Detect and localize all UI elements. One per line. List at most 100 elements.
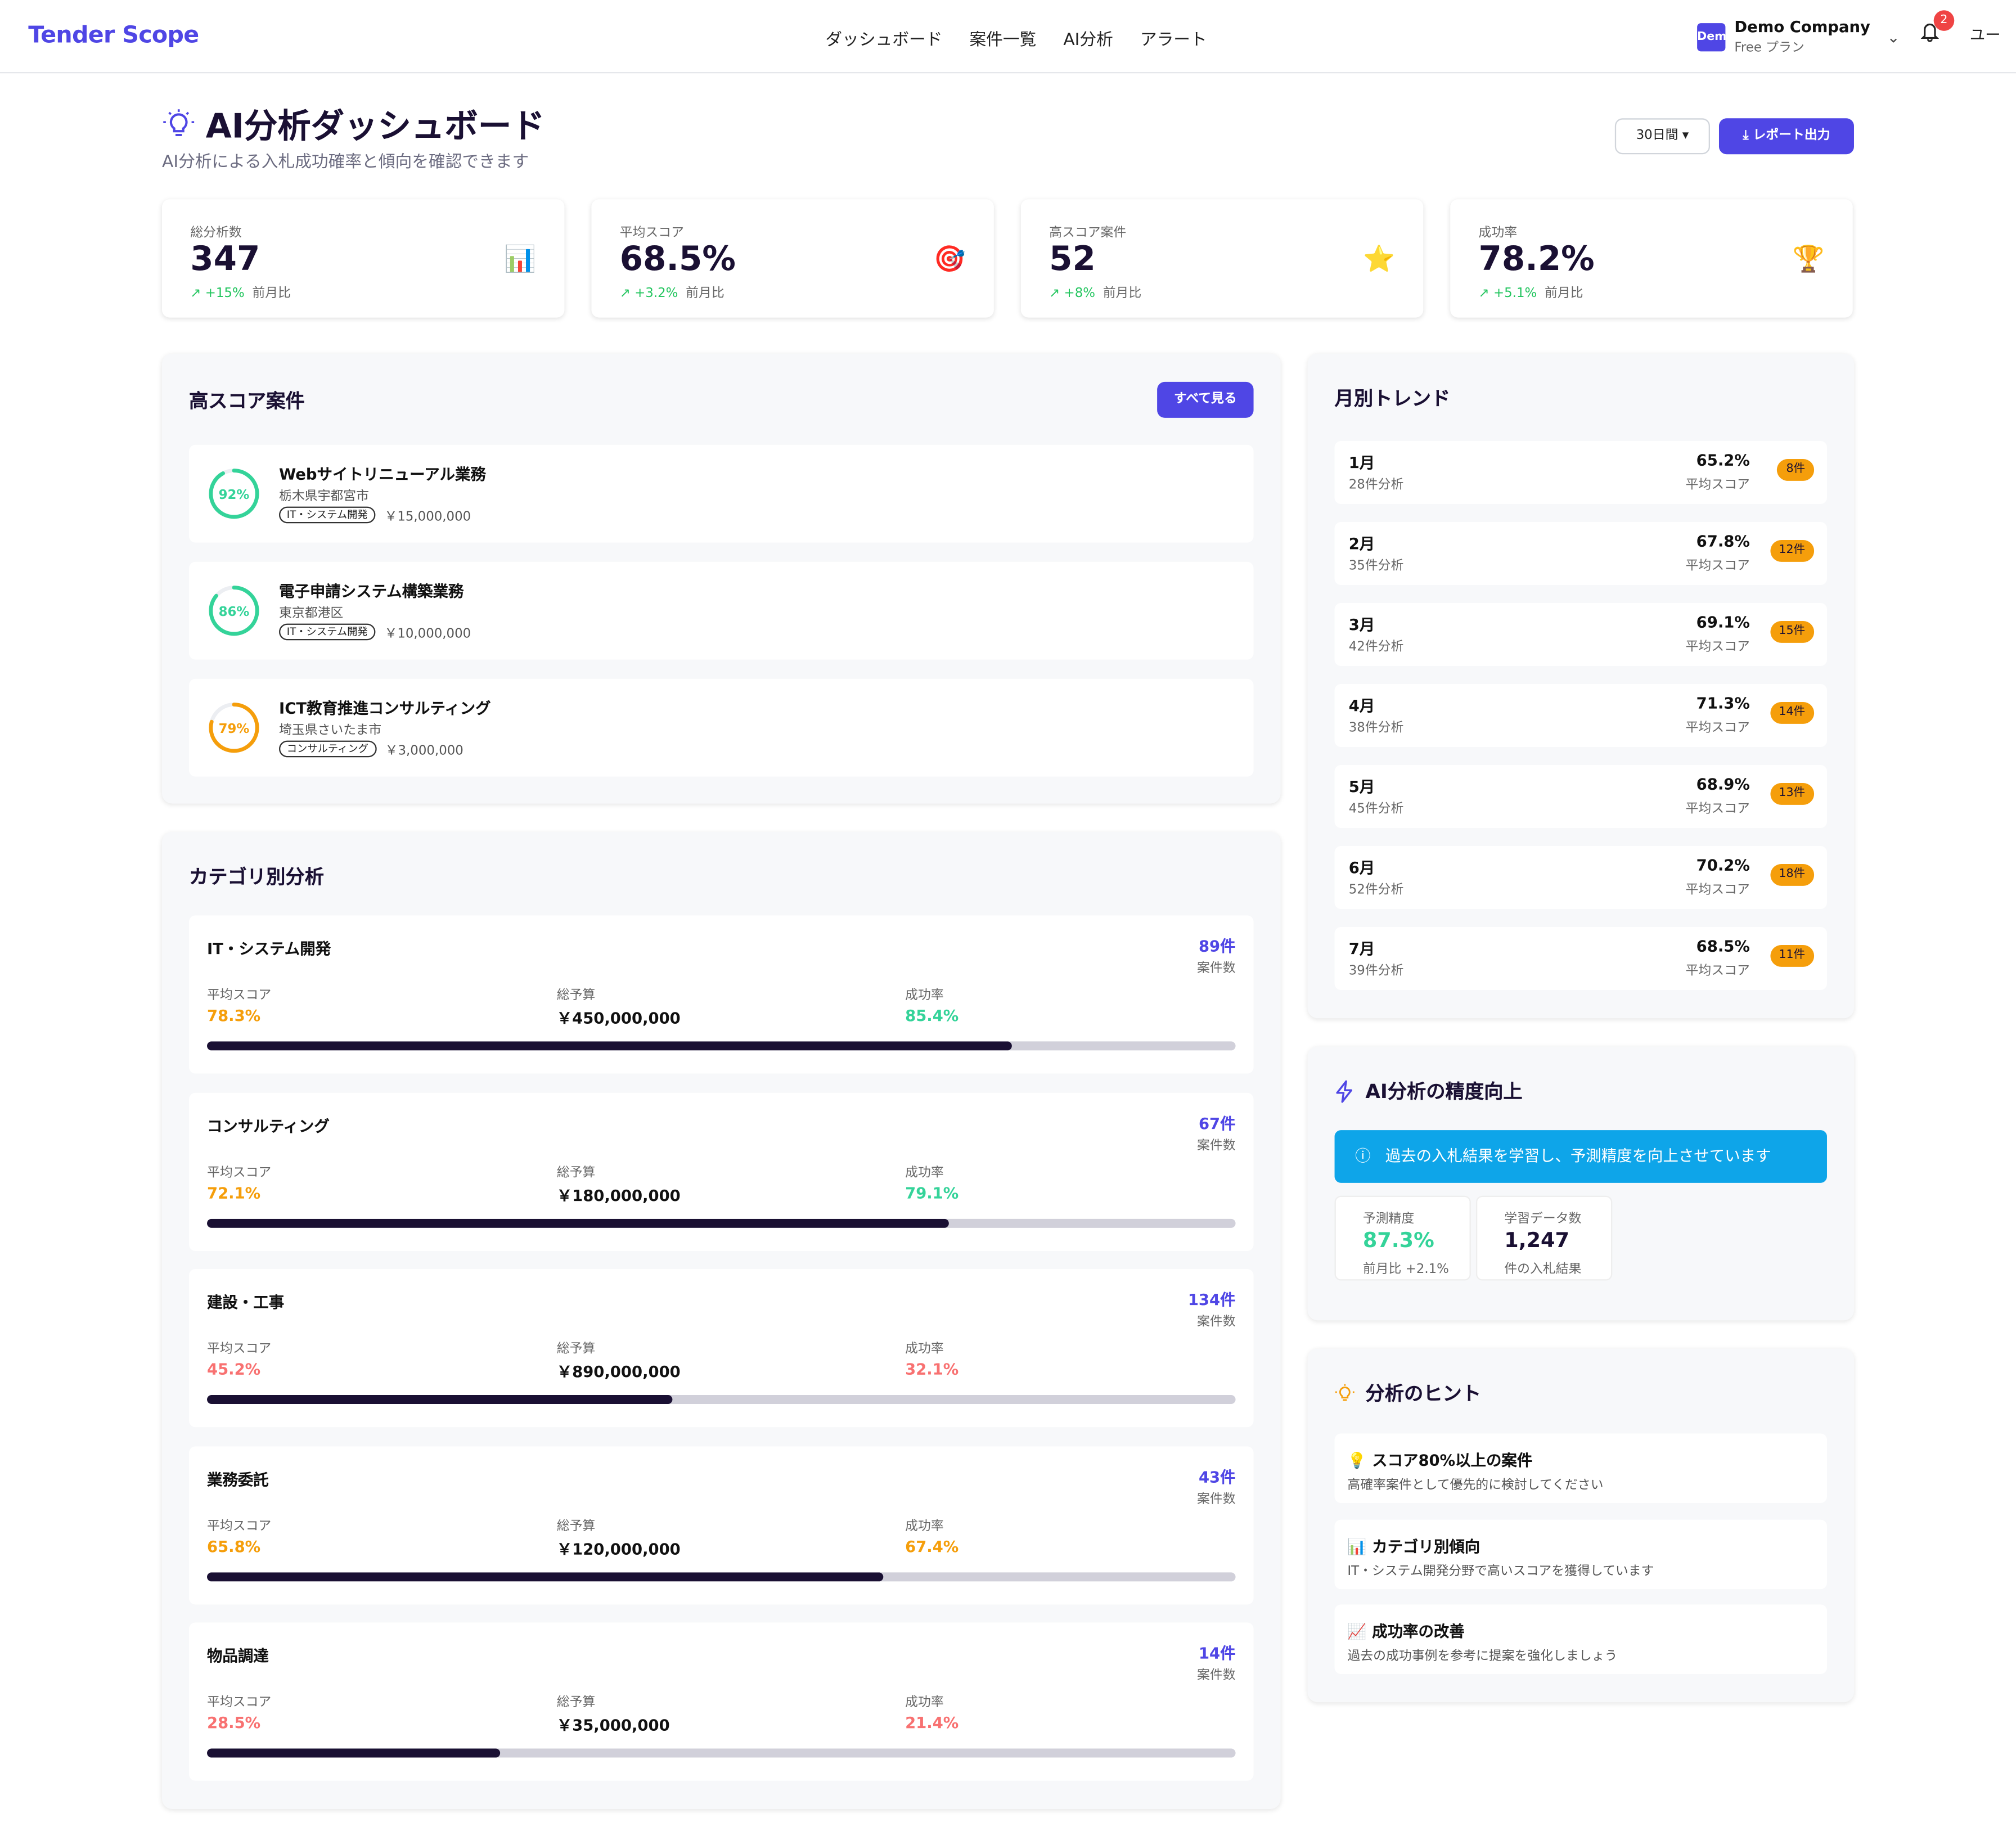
month-label: 3月 [1348, 615, 1375, 634]
month-row: 1月 28件分析 65.2% 平均スコア 8件 [1334, 440, 1827, 504]
category-tag: IT・システム開発 [278, 623, 376, 641]
notification-count: 2 [1933, 10, 1955, 31]
month-label: 4月 [1348, 696, 1375, 715]
see-all-button[interactable]: すべて見る [1157, 381, 1254, 418]
success-rate-block: 成功率 32.1% [905, 1337, 958, 1378]
tip-icon: 📈 [1347, 1622, 1367, 1641]
category-card[interactable]: 物品調達 14件 案件数 平均スコア 28.5% 総予算 ￥35,000,000 成功率 21.… [188, 1622, 1254, 1781]
category-card[interactable]: IT・システム開発 89件 案件数 平均スコア 78.3% 総予算 ￥450,000,000… [188, 915, 1254, 1074]
stat-compare: 前月比 [1102, 286, 1142, 301]
tip-card: 📈 成功率の改善 過去の成功事例を参考に提案を強化しましょう [1334, 1604, 1827, 1674]
stat-value: 347 [190, 240, 260, 279]
export-report-label: レポート出力 [1753, 128, 1830, 143]
month-score-label: 平均スコア [1685, 640, 1750, 655]
avg-score-value: 45.2% [206, 1360, 261, 1379]
notification-button[interactable]: 2 [1920, 10, 1955, 48]
category-count-label: 案件数 [1196, 1492, 1236, 1506]
score-progress-bar [206, 1748, 1236, 1758]
tender-title: ICT教育推進コンサルティング [278, 699, 491, 718]
tip-title-text: スコア80%以上の案件 [1372, 1451, 1533, 1470]
stat-delta: ↗ +8% 前月比 [1049, 286, 1142, 301]
month-score-label: 平均スコア [1685, 964, 1750, 979]
stat-label: 成功率 [1478, 226, 1518, 241]
avg-score-label: 平均スコア [206, 1519, 272, 1533]
tender-location: 埼玉県さいたま市 [278, 723, 382, 738]
category-count-label: 案件数 [1196, 1138, 1236, 1153]
user-menu[interactable]: ユー [1970, 23, 2016, 45]
avg-score-value: 65.8% [206, 1537, 261, 1555]
month-row: 4月 38件分析 71.3% 平均スコア 14件 [1334, 683, 1827, 747]
nav-ai-analysis[interactable]: AI分析 [1063, 26, 1113, 50]
export-report-button[interactable]: ⤓ レポート出力 [1718, 118, 1854, 155]
plan-label: Free プラン [1734, 41, 1804, 56]
budget-block: 総予算 ￥450,000,000 [557, 984, 681, 1029]
lightbulb-icon [163, 109, 195, 136]
lightbulb-icon [1335, 1383, 1354, 1401]
month-count: 52件分析 [1348, 883, 1404, 898]
tender-card[interactable]: 86% 電子申請システム構築業務 東京都港区 IT・システム開発 ￥10,000,… [188, 561, 1254, 660]
category-count: 43件 [1198, 1468, 1236, 1486]
date-range-dropdown[interactable]: 30日間 ▾ [1614, 118, 1710, 155]
month-score: 68.5% [1696, 937, 1750, 956]
month-count: 45件分析 [1348, 802, 1404, 817]
training-data-card: 学習データ数 1,247 件の入札結果 [1475, 1195, 1613, 1281]
budget-label: 総予算 [556, 1519, 596, 1533]
target-icon: 🎯 [933, 242, 966, 274]
tender-card[interactable]: 79% ICT教育推進コンサルティング 埼玉県さいたま市 コンサルティング ￥3,… [188, 678, 1254, 777]
training-data-value: 1,247 [1504, 1227, 1569, 1253]
score-progress-fill [206, 1572, 884, 1581]
month-row: 3月 42件分析 69.1% 平均スコア 15件 [1334, 602, 1827, 666]
category-count-label: 案件数 [1196, 1315, 1236, 1330]
success-rate-value: 85.4% [905, 1006, 959, 1025]
panel-title: 分析のヒント [1365, 1382, 1482, 1406]
success-rate-label: 成功率 [905, 1342, 944, 1357]
tip-description: 過去の成功事例を参考に提案を強化しましょう [1347, 1649, 1618, 1664]
info-icon: ⓘ [1355, 1146, 1385, 1165]
category-name: 建設・工事 [206, 1293, 285, 1312]
nav-alerts[interactable]: アラート [1140, 26, 1207, 50]
panel-title: 高スコア案件 [188, 389, 305, 413]
avg-score-label: 平均スコア [206, 1342, 272, 1357]
avg-score-value: 78.3% [206, 1006, 261, 1025]
budget-block: 総予算 ￥120,000,000 [557, 1514, 681, 1559]
tender-title: Webサイトリニューアル業務 [278, 465, 486, 484]
budget-value: ￥890,000,000 [556, 1362, 681, 1381]
tender-card[interactable]: 92% Webサイトリニューアル業務 栃木県宇都宮市 IT・システム開発 ￥15,… [188, 444, 1254, 543]
success-rate-value: 32.1% [905, 1360, 959, 1379]
score-progress-fill [206, 1041, 1012, 1051]
tender-budget: ￥10,000,000 [384, 627, 471, 642]
month-badge: 8件 [1777, 458, 1815, 481]
panel-title: 月別トレンド [1334, 386, 1451, 411]
main-nav: ダッシュボード 案件一覧 AI分析 アラート [825, 26, 1207, 50]
precision-value: 87.3% [1362, 1227, 1434, 1253]
company-switcher[interactable]: Dem Demo Company Free プラン ⌄ [1697, 18, 1900, 55]
stat-card-total: 総分析数 347 ↗ +15% 前月比 📊 [161, 199, 565, 318]
category-card[interactable]: 業務委託 43件 案件数 平均スコア 65.8% 総予算 ￥120,000,000 成功率 67… [188, 1446, 1254, 1604]
category-count: 14件 [1198, 1644, 1236, 1663]
month-label: 1月 [1348, 453, 1375, 472]
app-frame: Tender Scope ダッシュボード 案件一覧 AI分析 アラート Dem … [0, 0, 2016, 1836]
tender-title: 電子申請システム構築業務 [278, 582, 464, 601]
success-rate-value: 67.4% [905, 1537, 959, 1555]
tip-title: 💡 スコア80%以上の案件 [1347, 1449, 1532, 1471]
stat-compare: 前月比 [686, 286, 724, 301]
tip-description: 高確率案件として優先的に検討してください [1347, 1478, 1604, 1493]
score-progress-fill [206, 1748, 501, 1758]
nav-tenders[interactable]: 案件一覧 [969, 26, 1036, 50]
month-score: 69.1% [1696, 613, 1750, 632]
month-score: 71.3% [1696, 694, 1750, 713]
stat-delta: ↗ +3.2% 前月比 [619, 286, 724, 301]
stat-delta-value: +5.1% [1493, 286, 1537, 301]
score-ring: 92% [209, 469, 259, 519]
stat-card-high-score: 高スコア案件 52 ↗ +8% 前月比 ⭐ [1020, 199, 1424, 318]
avg-score-value: 72.1% [206, 1183, 261, 1202]
nav-dashboard[interactable]: ダッシュボード [825, 26, 942, 50]
category-card[interactable]: コンサルティング 67件 案件数 平均スコア 72.1% 総予算 ￥180,000,000 成… [188, 1092, 1254, 1250]
month-score: 68.9% [1696, 775, 1750, 794]
month-count: 42件分析 [1348, 640, 1404, 655]
tip-title-text: 成功率の改善 [1372, 1622, 1465, 1641]
brand-logo[interactable]: Tender Scope [28, 22, 199, 49]
month-badge: 13件 [1770, 782, 1815, 805]
category-card[interactable]: 建設・工事 134件 案件数 平均スコア 45.2% 総予算 ￥890,000,000 成功率… [188, 1268, 1254, 1428]
month-score-label: 平均スコア [1685, 883, 1750, 898]
